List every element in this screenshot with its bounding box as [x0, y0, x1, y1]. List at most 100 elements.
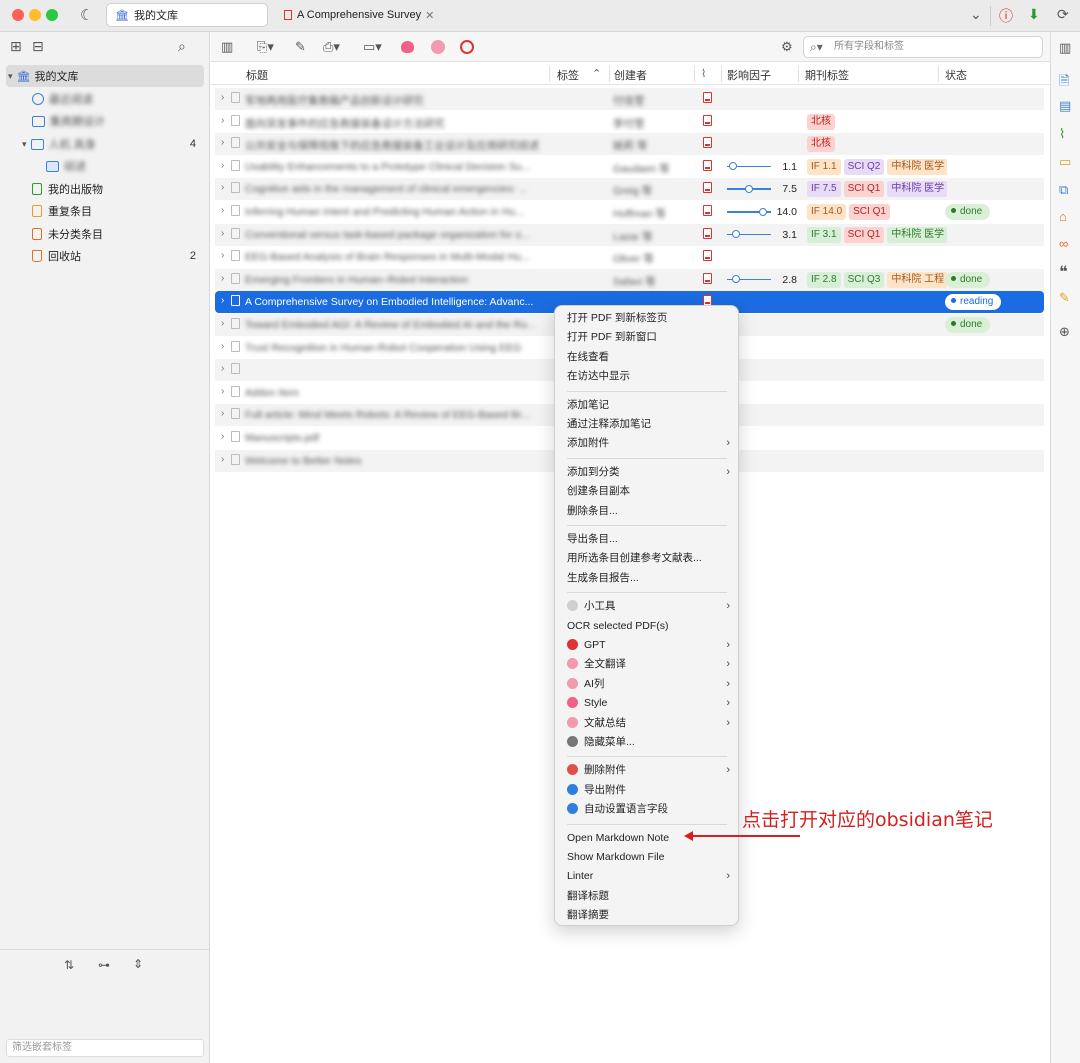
collection-item[interactable]: 综述 [0, 155, 210, 177]
collection-item[interactable]: ▾ 人机 具身 4 [0, 133, 210, 155]
sync-icon[interactable]: ⟳ [1057, 6, 1069, 23]
menu-item[interactable]: 翻译摘要 [567, 906, 732, 924]
menu-item[interactable]: Linter › [567, 867, 732, 885]
expand-chevron-icon[interactable]: › [221, 363, 224, 374]
menu-item[interactable]: 在线查看 [567, 348, 732, 366]
notes-icon[interactable]: ▭ [1059, 154, 1071, 170]
expand-chevron-icon[interactable]: › [221, 431, 224, 442]
column-tags[interactable]: 标签 [557, 67, 579, 83]
info-icon[interactable]: 🗎 [1059, 72, 1069, 94]
menu-item[interactable]: 在访达中显示 [567, 367, 732, 385]
expand-chevron-icon[interactable]: ▾ [22, 139, 27, 150]
menu-item[interactable]: 创建条目副本 [567, 482, 732, 500]
item-row[interactable]: › 公共安全与保障视角下的应急救援装备工业设计及应用研究综述 姚莉 等 北核 [215, 133, 1044, 156]
item-row[interactable]: › 军地两用医疗集救箱产品创新设计研究 付佳莹 [215, 88, 1044, 110]
menu-item[interactable]: 自动设置语言字段 [567, 800, 732, 818]
collection-my-publications[interactable]: 我的出版物 [0, 178, 210, 200]
menu-item[interactable]: 导出附件 [567, 781, 732, 799]
zoom-window-button[interactable] [46, 9, 58, 21]
item-row[interactable]: › 面向突发事件的应急救援装备设计方法研究 李付莹 北核 [215, 111, 1044, 133]
related-icon[interactable]: ∞ [1059, 236, 1068, 251]
menu-item[interactable]: 生成条目报告... [567, 569, 732, 587]
menu-item[interactable]: 打开 PDF 到新窗口 [567, 328, 732, 346]
locate-icon[interactable]: ⚙ [781, 39, 793, 55]
expand-chevron-icon[interactable]: › [221, 160, 224, 171]
pdf-attachment-icon[interactable] [703, 137, 712, 149]
expand-chevron-icon[interactable]: › [221, 182, 224, 193]
menu-item[interactable]: 文献总结 › [567, 714, 732, 732]
search-input[interactable]: ⌕▾ 所有字段和标签 [803, 36, 1043, 58]
tab-library[interactable]: 🏛 我的文库 [106, 3, 268, 27]
menu-item[interactable]: Open Markdown Note [567, 829, 732, 847]
menu-item[interactable]: 添加笔记 [567, 396, 732, 414]
menu-item[interactable]: 删除附件 › [567, 761, 732, 779]
tree-icon[interactable]: ⊶ [98, 958, 110, 972]
attachment-column-icon[interactable]: ⌇ [701, 67, 706, 80]
chevron-updown-icon[interactable]: ⇕ [133, 957, 143, 971]
quote-icon[interactable]: ❝ [1059, 262, 1068, 282]
column-creator[interactable]: 创建者 [614, 67, 647, 83]
expand-chevron-icon[interactable]: › [221, 341, 224, 352]
column-title[interactable]: 标题 [246, 67, 268, 83]
expand-chevron-icon[interactable]: › [221, 408, 224, 419]
attachments-icon[interactable]: ⌇ [1059, 126, 1065, 142]
collection-unfiled[interactable]: 未分类条目 [0, 223, 210, 245]
new-item-icon[interactable]: ⎘▾ [257, 39, 274, 55]
tab-pdf[interactable]: A Comprehensive Survey ✕ [276, 3, 436, 27]
locate-icon[interactable]: ⊕ [1059, 324, 1070, 340]
expand-chevron-icon[interactable]: ▾ [8, 71, 13, 82]
expand-chevron-icon[interactable]: › [221, 273, 224, 284]
pdf-attachment-icon[interactable] [703, 159, 712, 171]
expand-chevron-icon[interactable]: › [221, 115, 224, 126]
column-status[interactable]: 状态 [945, 67, 967, 83]
menu-item[interactable]: 用所选条目创建参考文献表... [567, 549, 732, 567]
pdf-attachment-icon[interactable] [703, 182, 712, 194]
item-row[interactable]: › EEG-Based Analysis of Brain Responses i… [215, 246, 1044, 268]
gpt-plugin-icon[interactable] [460, 40, 474, 54]
menu-item[interactable]: AI列 › [567, 675, 732, 693]
pdf-attachment-icon[interactable] [703, 272, 712, 284]
pdf-attachment-icon[interactable] [703, 227, 712, 239]
style-plugin-icon[interactable] [401, 41, 414, 53]
expand-chevron-icon[interactable]: › [221, 92, 224, 103]
magic-wand-icon[interactable]: ✎ [295, 39, 306, 55]
alert-icon[interactable]: ⓘ [999, 6, 1013, 26]
new-note-icon[interactable]: ▭▾ [363, 39, 382, 55]
chevron-down-icon[interactable]: ⌄ [970, 6, 982, 23]
pdf-attachment-icon[interactable] [703, 250, 712, 262]
menu-item[interactable]: GPT › [567, 636, 732, 654]
menu-item[interactable]: 全文翻译 › [567, 655, 732, 673]
minimize-window-button[interactable] [29, 9, 41, 21]
annotation-icon[interactable]: ✎ [1059, 290, 1070, 306]
pdf-attachment-icon[interactable] [703, 205, 712, 216]
new-collection-icon[interactable]: ⊞ [10, 38, 22, 55]
expand-chevron-icon[interactable]: › [221, 386, 224, 397]
close-window-button[interactable] [12, 9, 24, 21]
toggle-pane-icon[interactable]: ▥ [221, 39, 233, 55]
tag-filter-input[interactable]: 筛选嵌套标签 [6, 1039, 204, 1057]
item-row[interactable]: › Usability Enhancements to a Prototype C… [215, 156, 1044, 178]
menu-item[interactable]: 删除条目... [567, 502, 732, 520]
menu-item[interactable]: 添加到分类 › [567, 463, 732, 481]
abstract-icon[interactable]: ▤ [1059, 98, 1071, 114]
search-icon[interactable]: ⌕ [178, 38, 186, 55]
libraries-icon[interactable]: ⧉ [1059, 182, 1068, 198]
pdf-attachment-icon[interactable] [703, 114, 712, 126]
expand-chevron-icon[interactable]: › [221, 205, 224, 216]
menu-item[interactable]: Show Markdown File [567, 848, 732, 866]
collection-trash[interactable]: 回收站 2 [0, 245, 210, 267]
collection-duplicates[interactable]: 重复条目 [0, 200, 210, 222]
expand-chevron-icon[interactable]: › [221, 250, 224, 261]
expand-chevron-icon[interactable]: › [221, 454, 224, 465]
menu-item[interactable]: 翻译标题 [567, 887, 732, 905]
menu-item[interactable]: 隐藏菜单... [567, 733, 732, 751]
menu-item[interactable]: 通过注释添加笔记 [567, 415, 732, 433]
item-row[interactable]: › Cognitive aids in the management of cli… [215, 178, 1044, 201]
tags-icon[interactable]: ⌂ [1059, 209, 1067, 224]
collection-item[interactable]: 集商期设计 [0, 110, 210, 132]
column-journal-tags[interactable]: 期刊标签 [805, 67, 849, 83]
tab-close-icon[interactable]: ✕ [425, 9, 434, 22]
item-row[interactable]: › Conventional versus task-based package … [215, 223, 1044, 246]
toggle-item-pane-icon[interactable]: ▥ [1059, 40, 1071, 56]
expand-chevron-icon[interactable]: › [221, 228, 224, 239]
